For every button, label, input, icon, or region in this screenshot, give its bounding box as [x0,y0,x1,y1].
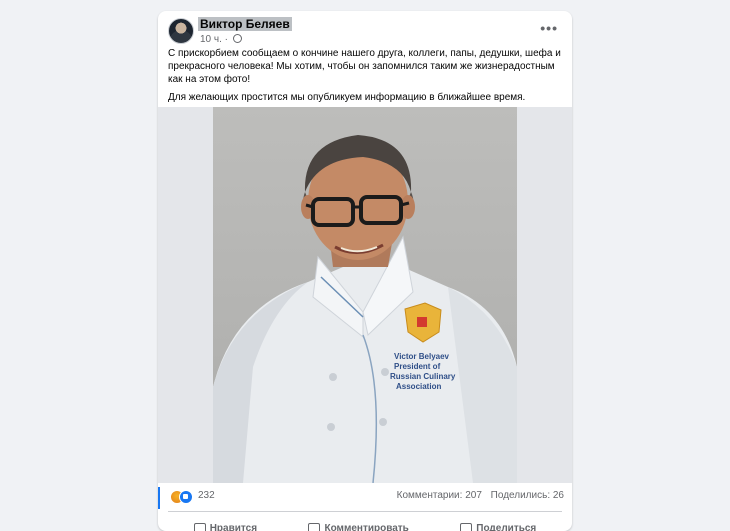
comment-label: Комментировать [324,523,408,531]
post-header: Виктор Беляев 10 ч. · ••• [168,17,562,49]
post-paragraph-2: Для желающих простится мы опубликуем инф… [168,91,564,104]
globe-icon [233,34,242,43]
like-label: Нравится [210,523,257,531]
more-options-button[interactable]: ••• [540,23,558,33]
comments-count[interactable]: Комментарии: 207 [397,490,482,501]
post-actions: Нравится Комментировать Поделиться [168,511,562,531]
post-meta: 10 ч. · [200,34,242,46]
reaction-icons[interactable] [170,490,196,504]
like-icon [179,490,193,504]
post-paragraph-1: С прискорбием сообщаем о кончине нашего … [168,47,564,86]
post-time[interactable]: 10 ч. [200,34,222,45]
badge-line-4: Association [396,382,441,391]
share-label: Поделиться [476,523,536,531]
reaction-count[interactable]: 232 [198,490,215,501]
post-text: С прискорбием сообщаем о кончине нашего … [168,47,564,109]
badge-line-3: Russian Culinary [390,372,456,381]
post-photo[interactable]: Victor Belyaev President of Russian Culi… [213,107,517,483]
chef-portrait-image: Victor Belyaev President of Russian Culi… [213,107,517,483]
post-stats: 232 Комментарии: 207 Поделились: 26 [158,487,572,509]
author-avatar[interactable] [168,18,194,44]
post-card: Виктор Беляев 10 ч. · ••• С прискорбием … [158,11,572,531]
thumbs-up-icon [194,523,206,531]
post-photo-container[interactable]: Victor Belyaev President of Russian Culi… [158,107,572,483]
badge-line-2: President of [394,362,441,371]
badge-line-1: Victor Belyaev [394,352,450,361]
stats-right: Комментарии: 207 Поделились: 26 [391,490,564,501]
like-button[interactable]: Нравится [194,513,257,531]
author-name[interactable]: Виктор Беляев [198,17,292,31]
comment-icon [308,523,320,531]
share-icon [460,523,472,531]
share-button[interactable]: Поделиться [460,513,536,531]
comment-button[interactable]: Комментировать [308,513,408,531]
shares-count[interactable]: Поделились: 26 [491,490,564,501]
